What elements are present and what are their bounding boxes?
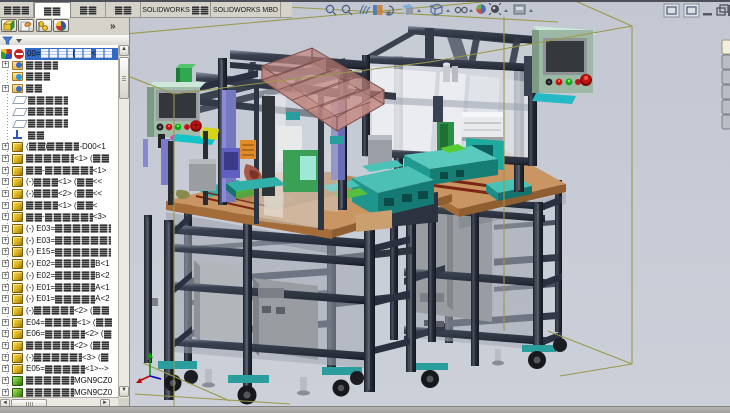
svg-text:»: » — [110, 21, 116, 32]
